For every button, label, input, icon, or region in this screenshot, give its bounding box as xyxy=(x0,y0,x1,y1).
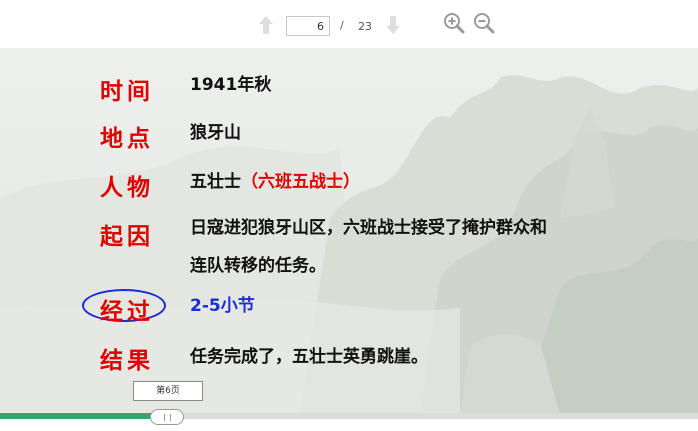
value-cause-line2: 连队转移的任务。 xyxy=(190,256,326,276)
zoom-in-button[interactable] xyxy=(443,12,465,34)
label-result: 结果 xyxy=(100,348,154,374)
value-time: 1941年秋 xyxy=(190,75,272,95)
page-tooltip: 第6页 xyxy=(133,381,203,401)
progress-slider-handle[interactable] xyxy=(150,409,184,425)
value-cause-line1: 日寇进犯狼牙山区，六班战士接受了掩护群众和 xyxy=(190,218,547,238)
page-separator: / xyxy=(340,19,344,32)
value-people: 五壮士（六班五战士） xyxy=(190,174,360,191)
slide-canvas: 时间 1941年秋 地点 狼牙山 人物 五壮士（六班五战士） 起因 日寇进犯狼牙… xyxy=(0,48,698,414)
label-time: 时间 xyxy=(100,79,154,105)
page-progress-track[interactable] xyxy=(0,413,698,419)
grip-line xyxy=(170,414,171,421)
value-people-note: （六班五战士） xyxy=(241,172,360,192)
arrow-down-icon xyxy=(386,16,400,34)
value-place: 狼牙山 xyxy=(190,123,241,143)
label-process: 经过 xyxy=(100,299,154,325)
total-pages: 23 xyxy=(358,20,372,33)
label-place: 地点 xyxy=(100,126,154,152)
viewer-toolbar: / 23 xyxy=(0,0,698,49)
zoom-out-button[interactable] xyxy=(473,12,495,34)
zoom-in-icon xyxy=(444,13,465,34)
arrow-up-icon xyxy=(259,16,273,34)
page-progress-fill xyxy=(0,413,154,419)
value-process: 2-5小节 xyxy=(190,296,255,316)
zoom-out-icon xyxy=(474,13,495,34)
label-cause: 起因 xyxy=(100,224,154,250)
next-page-button[interactable] xyxy=(384,14,402,36)
page-number-input[interactable] xyxy=(286,16,330,36)
label-people: 人物 xyxy=(100,175,154,201)
value-people-main: 五壮士 xyxy=(190,172,241,192)
value-result: 任务完成了，五壮士英勇跳崖。 xyxy=(190,347,428,367)
previous-page-button[interactable] xyxy=(257,14,275,36)
grip-line xyxy=(164,414,165,421)
